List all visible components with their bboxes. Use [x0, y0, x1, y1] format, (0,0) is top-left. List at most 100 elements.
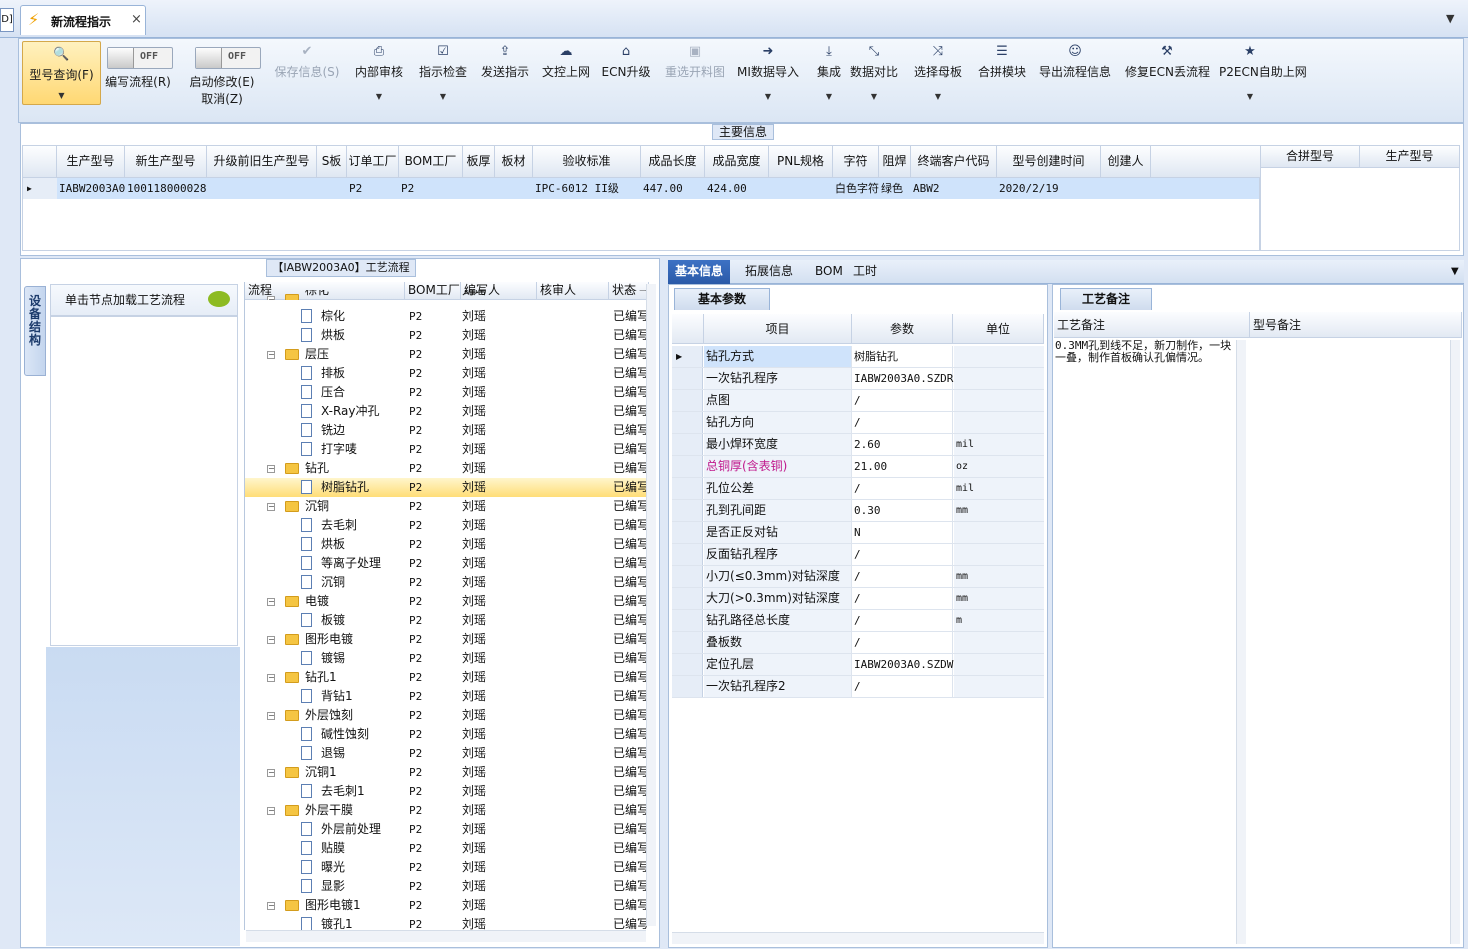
tree-row[interactable]: 烘板 P2 刘瑶 已编写 [245, 535, 649, 554]
ribbon-button-7[interactable]: ➜ MI数据导入 ▼ [735, 39, 801, 121]
param-row[interactable]: 钻孔路径总长度 / m [672, 610, 1044, 632]
column-header[interactable]: 新生产型号 [125, 146, 207, 178]
table-cell[interactable] [317, 178, 347, 199]
param-value[interactable]: 树脂钻孔 [852, 346, 953, 367]
tree-row[interactable]: − 外层蚀刻 P2 刘瑶 已编写 [245, 706, 649, 725]
ribbon-button-10[interactable]: ⤨ 选择母板 ▼ [911, 39, 965, 121]
tree-row[interactable]: − 层压 P2 刘瑶 已编写 [245, 345, 649, 364]
collapse-icon[interactable]: − [267, 712, 275, 720]
flow-tree-scrollbar[interactable] [646, 284, 656, 926]
param-value[interactable]: / [852, 544, 953, 565]
tree-row[interactable]: − 外层干膜 P2 刘瑶 已编写 [245, 801, 649, 820]
remark-scrollbar[interactable] [1236, 340, 1246, 944]
params-column-header[interactable]: 项目 [704, 314, 852, 344]
param-row[interactable]: 一次钻孔程序 IABW2003A0.SZDRL [672, 368, 1044, 390]
tree-row[interactable]: 退锡 P2 刘瑶 已编写 [245, 744, 649, 763]
tree-row[interactable]: 沉铜 P2 刘瑶 已编写 [245, 573, 649, 592]
tree-row[interactable]: 镀锡 P2 刘瑶 已编写 [245, 649, 649, 668]
ribbon-button-14[interactable]: ★ P2ECN自助上网 ▼ [1219, 39, 1307, 121]
ribbon-button-13[interactable]: ⚒ 修复ECN丢流程 [1125, 39, 1210, 121]
tree-row[interactable]: − 图形电镀 P2 刘瑶 已编写 [245, 630, 649, 649]
tree-row[interactable]: 烘板 P2 刘瑶 已编写 [245, 326, 649, 345]
param-value[interactable]: IABW2003A0.SZDRL [852, 368, 960, 389]
param-value[interactable]: / [852, 588, 953, 609]
tree-row[interactable]: 棕化 P2 刘瑶 已编写 [245, 307, 649, 326]
param-value[interactable]: 21.00 [852, 456, 953, 477]
process-remark-text[interactable]: 0.3MM孔到线不足，新刀制作，一块一叠，制作首板确认孔偏情况。 [1055, 340, 1233, 364]
flow-tree-hscrollbar[interactable] [246, 930, 646, 942]
collapse-icon[interactable]: − [267, 351, 275, 359]
param-row[interactable]: 反面钻孔程序 / [672, 544, 1044, 566]
tree-row[interactable]: 去毛刺 P2 刘瑶 已编写 [245, 516, 649, 535]
table-cell[interactable] [1101, 178, 1151, 199]
param-row[interactable]: 钻孔方向 / [672, 412, 1044, 434]
param-row[interactable]: 总铜厚(含表铜) 21.00 oz [672, 456, 1044, 478]
tab-0[interactable]: 基本信息 [668, 260, 731, 284]
tree-row[interactable]: − 沉铜1 P2 刘瑶 已编写 [245, 763, 649, 782]
ribbon-button-6[interactable]: ▣ 重选开料图 [661, 39, 729, 121]
ribbon-button-8[interactable]: ⤓ 集成 ▼ [815, 39, 843, 121]
merge-column-header[interactable]: 合拼型号 [1261, 146, 1360, 168]
ribbon-button-9[interactable]: ⤡ 数据对比 ▼ [847, 39, 901, 121]
close-icon[interactable]: × [131, 12, 142, 27]
param-value[interactable]: / [852, 676, 953, 697]
param-row[interactable]: 大刀(>0.3mm)对钻深度 / mm [672, 588, 1044, 610]
collapse-icon[interactable]: − [267, 636, 275, 644]
param-value[interactable]: IABW2003A0.SZDWK [852, 654, 960, 675]
table-cell[interactable] [495, 178, 533, 199]
model-remark-scrollbar[interactable] [1450, 340, 1460, 944]
param-row[interactable]: 一次钻孔程序2/ [672, 676, 1044, 698]
table-cell[interactable] [769, 178, 833, 199]
params-hscrollbar[interactable] [672, 932, 1044, 944]
table-cell[interactable] [207, 178, 317, 199]
param-row[interactable]: 孔到孔间距 0.30 mm [672, 500, 1044, 522]
column-header[interactable]: 终端客户代码 [911, 146, 997, 178]
tab-device-structure[interactable]: 设备结构 [24, 286, 46, 376]
tree-row[interactable]: − 电镀 P2 刘瑶 已编写 [245, 592, 649, 611]
tree-row[interactable]: 排板 P2 刘瑶 已编写 [245, 364, 649, 383]
ribbon-button-1[interactable]: ⎙ 内部审核 ▼ [351, 39, 407, 121]
tree-row[interactable]: 外层前处理 P2 刘瑶 已编写 [245, 820, 649, 839]
column-header[interactable]: 板厚 [463, 146, 495, 178]
merge-column-header[interactable]: 生产型号 [1360, 146, 1460, 168]
collapse-icon[interactable]: − [267, 598, 275, 606]
param-row[interactable]: 叠板数 / [672, 632, 1044, 654]
flow-tree[interactable]: 流程BOM工厂编写人核审人状态−棕化刘瑶已编写棕化P2刘瑶已编写烘板P2刘瑶已编… [244, 282, 658, 930]
tree-row[interactable]: 铣边 P2 刘瑶 已编写 [245, 421, 649, 440]
collapse-icon[interactable]: − [267, 465, 275, 473]
table-cell[interactable]: 447.00 [641, 178, 705, 199]
tree-row[interactable]: 压合 P2 刘瑶 已编写 [245, 383, 649, 402]
tree-row[interactable]: − 钻孔1 P2 刘瑶 已编写 [245, 668, 649, 687]
collapse-icon[interactable]: − [267, 503, 275, 511]
table-cell[interactable]: IPC-6012 II级 [533, 178, 641, 199]
table-cell[interactable]: 绿色 [879, 178, 911, 199]
table-cell[interactable]: ABW2 [911, 178, 997, 199]
column-header[interactable]: BOM工厂 [399, 146, 463, 178]
param-value[interactable]: / [852, 390, 953, 411]
collapse-icon[interactable]: − [267, 769, 275, 777]
tree-row[interactable]: 镀孔1 P2 刘瑶 已编写 [245, 915, 649, 930]
collapse-icon[interactable]: − [267, 296, 275, 300]
table-cell[interactable] [463, 178, 495, 199]
tree-row[interactable]: − 图形电镀1 P2 刘瑶 已编写 [245, 896, 649, 915]
table-cell[interactable]: P2 [399, 178, 463, 199]
param-value[interactable]: / [852, 566, 953, 587]
column-header[interactable]: S板 [317, 146, 347, 178]
column-header[interactable]: 字符 [833, 146, 879, 178]
tree-row[interactable]: 板镀 P2 刘瑶 已编写 [245, 611, 649, 630]
column-header[interactable]: PNL规格 [769, 146, 833, 178]
ribbon-button-3[interactable]: ⇪ 发送指示 [477, 39, 533, 121]
param-row[interactable]: 定位孔层 IABW2003A0.SZDWK [672, 654, 1044, 676]
param-row[interactable]: 小刀(≤0.3mm)对钻深度 / mm [672, 566, 1044, 588]
column-header[interactable]: 阻焊 [879, 146, 911, 178]
tree-row[interactable]: 显影 P2 刘瑶 已编写 [245, 877, 649, 896]
ribbon-button-12[interactable]: ☺ 导出流程信息 [1035, 39, 1115, 121]
collapse-icon[interactable]: − [267, 902, 275, 910]
collapse-icon[interactable]: − [267, 807, 275, 815]
ribbon-button-0[interactable]: ✔ 保存信息(S) [269, 39, 345, 121]
tab-new-flow[interactable]: ⚡ 新流程指示 × [20, 5, 146, 35]
tab-2[interactable]: BOM [808, 260, 850, 284]
tree-row[interactable]: − 钻孔 P2 刘瑶 已编写 [245, 459, 649, 478]
tabs-menu-dropdown[interactable]: ▼ [1444, 260, 1466, 284]
param-value[interactable]: N [852, 522, 953, 543]
